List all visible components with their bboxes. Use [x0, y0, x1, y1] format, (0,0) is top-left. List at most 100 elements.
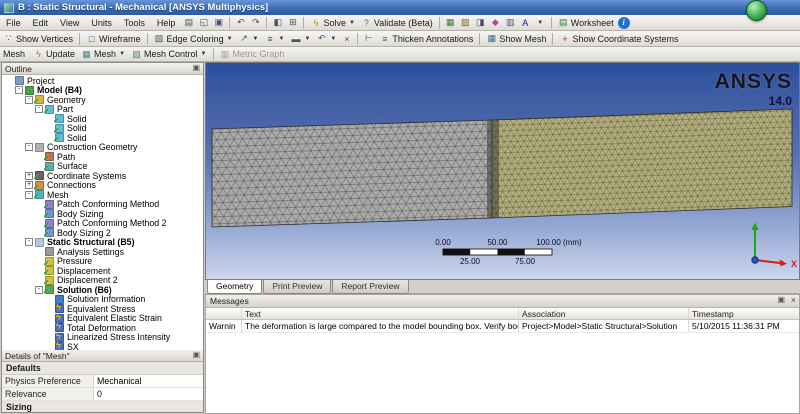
messages-column-severity[interactable] — [206, 308, 242, 319]
comment-icon[interactable]: ▥ — [504, 16, 517, 29]
edge-thickness-dropdown[interactable]: ≡▼ — [262, 33, 288, 45]
menu-view[interactable]: View — [54, 17, 85, 29]
tab-geometry[interactable]: Geometry — [207, 280, 262, 294]
details-row-relevance[interactable]: Relevance0 — [2, 388, 203, 401]
record-indicator[interactable] — [746, 0, 767, 21]
pin-icon[interactable]: ▣ — [192, 63, 200, 72]
collapse-box-icon[interactable]: - — [25, 143, 33, 151]
expand-box-icon[interactable]: + — [25, 172, 33, 180]
ruler-icon[interactable]: ⊢ — [362, 32, 375, 45]
worksheet-button[interactable]: ▤Worksheet — [555, 16, 617, 29]
menu-help[interactable]: Help — [151, 17, 182, 29]
tree-item-geometry[interactable]: -✓Geometry — [2, 95, 203, 105]
collapse-box-icon[interactable]: - — [25, 238, 33, 246]
tree-item-equivalent-stress[interactable]: ϟEquivalent Stress — [2, 304, 203, 314]
update-button[interactable]: ϟUpdate — [30, 48, 78, 60]
show-mesh-button[interactable]: ▦Show Mesh — [483, 32, 549, 45]
tree-item-static-structural-b5[interactable]: -Static Structural (B5) — [2, 238, 203, 248]
wireframe-button[interactable]: □Wireframe — [83, 33, 144, 45]
undo-icon[interactable]: ↶ — [234, 16, 247, 29]
tab-report-preview[interactable]: Report Preview — [332, 280, 408, 294]
tree-item-construction-geometry[interactable]: -Construction Geometry — [2, 143, 203, 153]
save-icon[interactable]: ▣ — [212, 16, 225, 29]
messages-column-text[interactable]: Text — [242, 308, 519, 319]
outline-title: Outline — [5, 64, 32, 74]
tree-item-displacement[interactable]: ✓Displacement — [2, 266, 203, 276]
tree-item-solution-information[interactable]: Solution Information — [2, 295, 203, 305]
tree-item-mesh[interactable]: -✓Mesh — [2, 190, 203, 200]
tree-item-pressure[interactable]: ✓Pressure — [2, 257, 203, 267]
edge-direction-dropdown[interactable]: ↗▼ — [236, 32, 262, 45]
messages-column-association[interactable]: Association — [519, 308, 689, 319]
tree-item-solution-b6[interactable]: -✓Solution (B6) — [2, 285, 203, 295]
tree-item-sx[interactable]: ϟSX — [2, 342, 203, 350]
mesh-dropdown[interactable]: ▦Mesh▼ — [78, 48, 128, 61]
menu-tools[interactable]: Tools — [118, 17, 151, 29]
collapse-box-icon[interactable]: - — [35, 286, 43, 294]
mesh-control-dropdown[interactable]: ▧Mesh Control▼ — [128, 48, 209, 61]
collapse-box-icon[interactable]: - — [25, 96, 33, 104]
tree-item-coordinate-systems[interactable]: +✓Coordinate Systems — [2, 171, 203, 181]
tree-item-path[interactable]: ✓Path — [2, 152, 203, 162]
menu-edit[interactable]: Edit — [27, 17, 55, 29]
tree-item-project[interactable]: Project — [2, 76, 203, 86]
menu-units[interactable]: Units — [85, 17, 118, 29]
collapse-box-icon[interactable]: - — [15, 86, 23, 94]
tree-item-equivalent-elastic-strain[interactable]: ϟEquivalent Elastic Strain — [2, 314, 203, 324]
tree-item-body-sizing[interactable]: ✓Body Sizing — [2, 209, 203, 219]
clear-edges-icon[interactable]: × — [340, 32, 353, 45]
tree-item-surface[interactable]: ✓Surface — [2, 162, 203, 172]
menu-file[interactable]: File — [0, 17, 27, 29]
show-vertices-button[interactable]: ∵Show Vertices — [0, 32, 76, 45]
details-section-sizing[interactable]: Sizing — [2, 401, 203, 412]
show-coordinate-systems-button[interactable]: +Show Coordinate Systems — [556, 33, 681, 45]
open-file-icon[interactable]: ◱ — [197, 16, 210, 29]
annotation-letter-icon[interactable]: A — [519, 16, 532, 29]
message-row[interactable]: WarninThe deformation is large compared … — [206, 320, 799, 333]
validate-icon: ? — [361, 18, 372, 28]
new-file-icon[interactable]: ▤ — [182, 16, 195, 29]
tree-item-patch-conforming-method-2[interactable]: ✓Patch Conforming Method 2 — [2, 219, 203, 229]
info-icon[interactable]: i — [618, 17, 630, 29]
tree-item-linearized-stress-intensity[interactable]: ϟLinearized Stress Intensity — [2, 333, 203, 343]
image-capture-icon[interactable]: ◨ — [474, 16, 487, 29]
details-section-defaults[interactable]: Defaults — [2, 362, 203, 375]
edge-coloring-dropdown[interactable]: ▨Edge Coloring▼ — [151, 32, 236, 45]
pin-icon[interactable]: ▣ — [192, 350, 200, 359]
tree-item-solid[interactable]: ✓Solid — [2, 124, 203, 134]
solve-button[interactable]: ϟSolve▼ — [307, 17, 357, 29]
pin-icon[interactable]: ▣ — [777, 295, 785, 304]
edge-reset-dropdown[interactable]: ↶▼ — [313, 32, 339, 45]
tree-item-solid[interactable]: ✓Solid — [2, 133, 203, 143]
thicken-annotations-button[interactable]: ≡Thicken Annotations — [376, 33, 476, 45]
duplicate-icon[interactable]: ⊞ — [286, 16, 299, 29]
messages-column-timestamp[interactable]: Timestamp — [689, 308, 799, 319]
orientation-triad[interactable]: X — [752, 223, 798, 270]
new-figure-icon[interactable]: ▨ — [459, 16, 472, 29]
redo-icon[interactable]: ↷ — [249, 16, 262, 29]
collapse-box-icon[interactable]: - — [35, 105, 43, 113]
titlebar[interactable]: B : Static Structural - Mechanical [ANSY… — [0, 0, 800, 15]
mesh-model[interactable] — [212, 109, 792, 227]
validate-button[interactable]: ?Validate (Beta) — [358, 17, 436, 29]
tree-item-body-sizing-2[interactable]: ✓Body Sizing 2 — [2, 228, 203, 238]
details-row-physics-preference[interactable]: Physics PreferenceMechanical — [2, 375, 203, 388]
tree-item-total-deformation[interactable]: ϟTotal Deformation — [2, 323, 203, 333]
tree-item-model-b4[interactable]: -Model (B4) — [2, 86, 203, 96]
dropdown-arrow-icon: ▼ — [330, 36, 336, 42]
edge-display-dropdown[interactable]: ▬▼ — [287, 33, 313, 45]
close-icon[interactable]: × — [791, 295, 796, 305]
tag-icon[interactable]: ◆ — [489, 16, 502, 29]
new-chart-icon[interactable]: ▦ — [444, 16, 457, 29]
details-title: Details of "Mesh" — [5, 351, 70, 361]
tree-item-displacement-2[interactable]: ✓Displacement 2 — [2, 276, 203, 286]
annotation-dropdown[interactable]: ▼ — [534, 16, 547, 29]
tab-print-preview[interactable]: Print Preview — [263, 280, 331, 294]
collapse-box-icon[interactable]: - — [25, 191, 33, 199]
expand-box-icon[interactable]: + — [25, 181, 33, 189]
tree-item-analysis-settings[interactable]: Analysis Settings — [2, 247, 203, 257]
viewport-canvas[interactable]: 0.00 50.00 100.00 (mm) 25.00 75.00 X — [206, 63, 800, 280]
graphics-viewport[interactable]: 0.00 50.00 100.00 (mm) 25.00 75.00 X ANS… — [205, 62, 800, 280]
tree-item-solid[interactable]: ✓Solid — [2, 114, 203, 124]
object-generator-icon[interactable]: ◧ — [271, 16, 284, 29]
